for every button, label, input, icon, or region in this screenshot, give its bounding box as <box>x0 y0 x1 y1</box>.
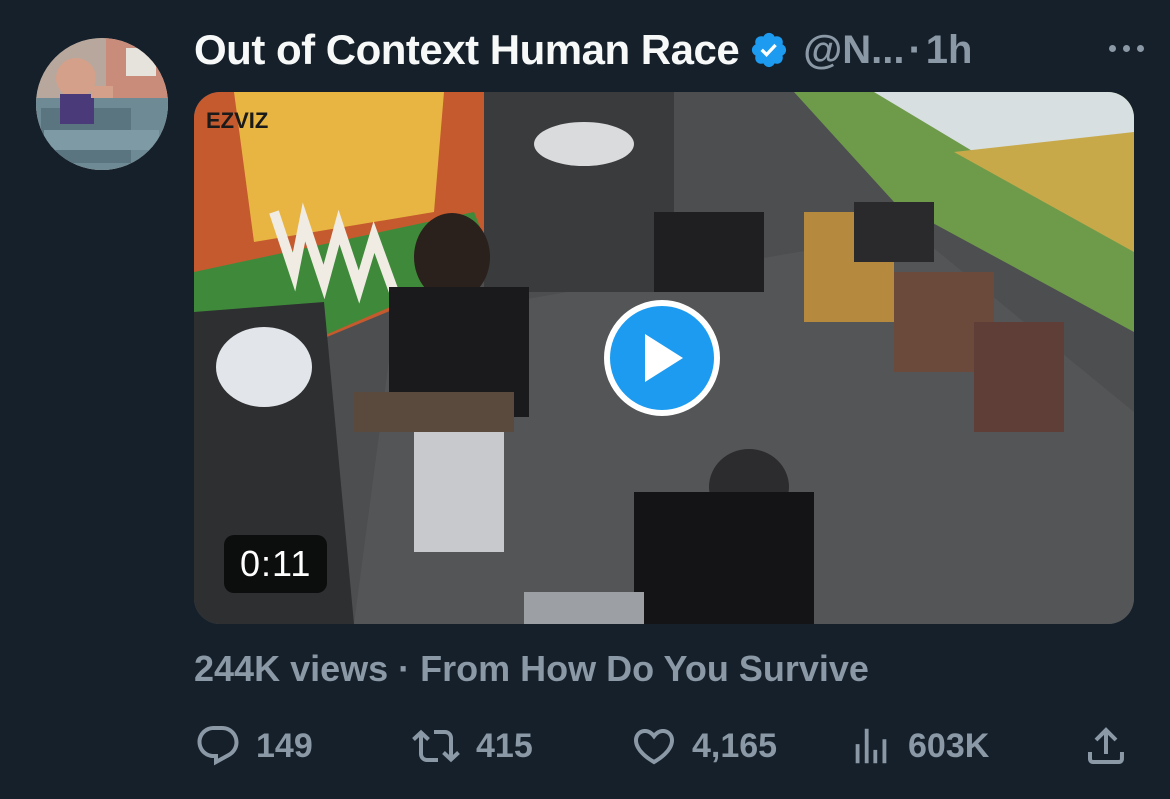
play-button[interactable] <box>604 300 720 416</box>
reply-icon <box>197 726 239 766</box>
separator: · <box>908 27 922 72</box>
retweet-count: 415 <box>476 726 533 765</box>
reply-count: 149 <box>256 726 313 765</box>
reply-button[interactable]: 149 <box>194 720 313 772</box>
retweet-button[interactable]: 415 <box>410 720 533 772</box>
tweet: Out of Context Human Race @N... · 1h EZV… <box>0 0 1170 799</box>
view-count-text: 244K views <box>194 648 389 689</box>
more-icon[interactable] <box>1074 26 1144 70</box>
avatar[interactable] <box>36 38 168 170</box>
video-player[interactable]: EZVIZ 0:11 <box>194 92 1134 624</box>
like-icon <box>633 729 675 765</box>
view-count: 603K <box>908 726 990 765</box>
timestamp[interactable]: 1h <box>926 28 973 73</box>
views-button[interactable]: 603K <box>848 720 989 772</box>
author-handle[interactable]: @N... <box>803 28 904 73</box>
svg-text:EZVIZ: EZVIZ <box>206 108 268 133</box>
action-bar: 149 415 4,165 603K <box>194 720 1134 772</box>
like-count: 4,165 <box>692 726 778 765</box>
tweet-meta: 244K views · From How Do You Survive <box>194 648 869 690</box>
source-link[interactable]: From How Do You Survive <box>420 648 869 689</box>
verified-badge-icon[interactable] <box>749 30 789 70</box>
meta-separator: · <box>398 648 411 689</box>
video-duration: 0:11 <box>224 535 328 593</box>
views-icon <box>855 728 887 764</box>
retweet-icon <box>412 729 460 763</box>
play-icon <box>645 334 683 382</box>
display-name[interactable]: Out of Context Human Race <box>194 26 740 74</box>
like-button[interactable]: 4,165 <box>630 720 777 772</box>
share-icon <box>1088 727 1124 764</box>
share-button[interactable] <box>1082 720 1130 772</box>
tweet-header: Out of Context Human Race @N... · 1h <box>194 22 1144 78</box>
